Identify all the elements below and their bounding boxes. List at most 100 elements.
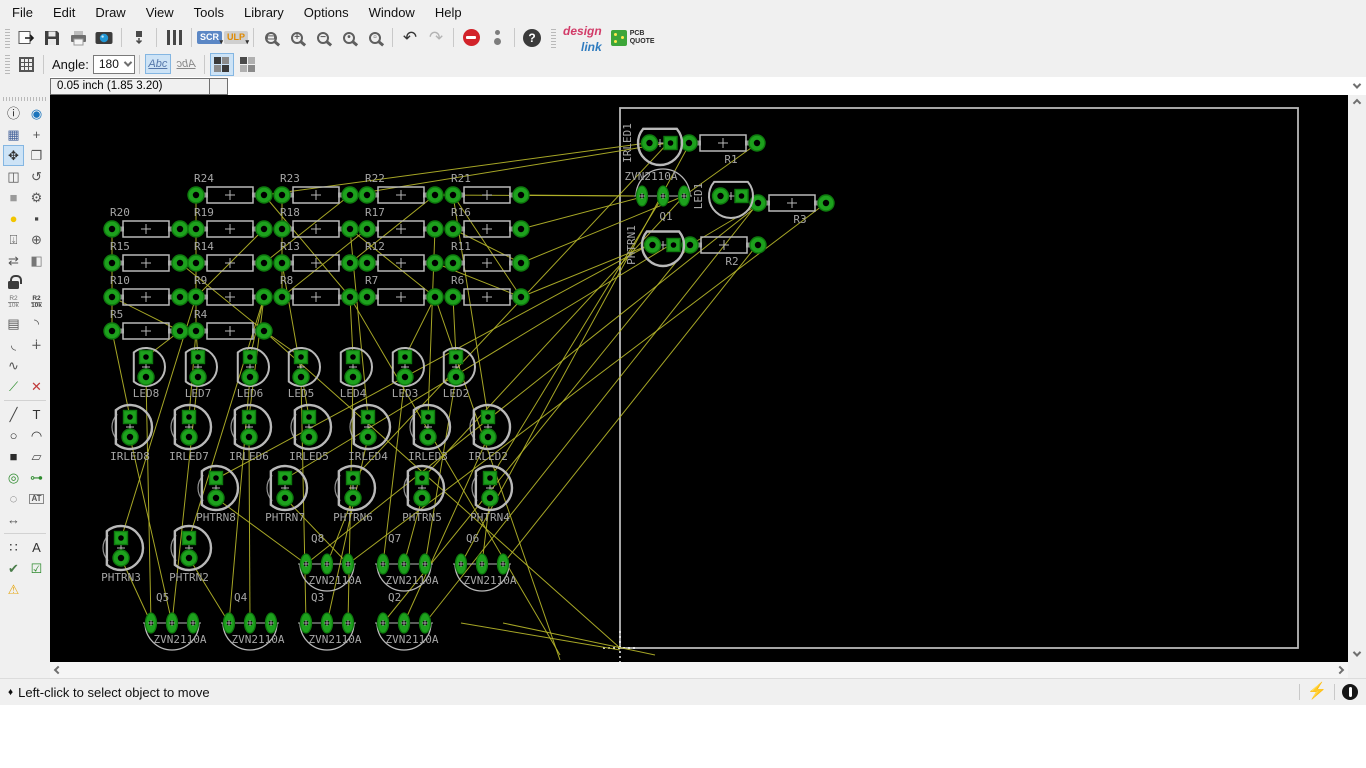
vertical-scrollbar[interactable] [1348, 95, 1366, 662]
part-irled3[interactable]: IRLED3 [408, 405, 450, 463]
tool-lock-button[interactable] [3, 271, 24, 292]
command-history-dropdown[interactable] [1348, 83, 1366, 89]
zoom-redraw-button[interactable]: ▫ [363, 26, 387, 49]
part-r15[interactable]: R15 [104, 240, 188, 271]
tool-text-button[interactable]: T [26, 404, 47, 425]
redo-button[interactable]: ↷ [424, 26, 448, 49]
tool-add-part-button[interactable]: ⊕ [26, 229, 47, 250]
angle-dropdown[interactable]: 180 [93, 55, 135, 74]
scroll-up-arrow-icon[interactable] [1353, 99, 1361, 107]
tool-rotate-button[interactable]: ↺ [26, 166, 47, 187]
part-r10[interactable]: R10 [104, 274, 188, 305]
tool-ratsnest-button[interactable]: ∷ [3, 537, 24, 558]
part-phtrn1[interactable]: PHTRN1 [625, 225, 684, 266]
toolbar-drag-handle[interactable] [551, 28, 556, 48]
save-button[interactable] [40, 26, 64, 49]
pcb-quote-button[interactable]: PCBQUOTE [611, 30, 655, 46]
tool-copy-button[interactable]: ❐ [26, 145, 47, 166]
part-q2[interactable]: Q2ZVN2110A [375, 591, 439, 650]
run-script-button[interactable]: SCR▾ [197, 26, 222, 49]
part-r24[interactable]: R24 [188, 172, 272, 203]
zoom-select-button[interactable]: • [337, 26, 361, 49]
tool-circle-button[interactable]: ○ [3, 425, 24, 446]
tool-rect-button[interactable]: ■ [3, 446, 24, 467]
tool-miter-button[interactable]: ◝ [26, 313, 47, 334]
tool-smash-button[interactable]: ▤ [3, 313, 24, 334]
tool-route-button[interactable]: ⟋ [3, 376, 24, 397]
menu-item-file[interactable]: File [4, 2, 45, 23]
part-phtrn4[interactable]: PHTRN4 [470, 466, 512, 524]
tool-errors-button[interactable]: ⚠ [3, 579, 24, 600]
part-r14[interactable]: R14 [188, 240, 272, 271]
part-r19[interactable]: R19 [188, 206, 272, 237]
palette-drag-handle[interactable] [3, 97, 47, 101]
tool-erc-check-button[interactable]: ✔ [3, 558, 24, 579]
tool-via-button[interactable]: ◎ [3, 467, 24, 488]
part-r7[interactable]: R7 [359, 274, 443, 305]
menu-item-help[interactable]: Help [427, 2, 474, 23]
command-input[interactable] [228, 78, 1348, 95]
scroll-left-arrow-icon[interactable] [54, 666, 62, 674]
part-r21[interactable]: R21 [445, 172, 529, 203]
part-led3[interactable]: LED3 [392, 348, 424, 400]
part-r5[interactable]: R5 [104, 308, 188, 339]
tool-arc-button[interactable]: ◠ [26, 425, 47, 446]
part-irled6[interactable]: IRLED6 [229, 405, 271, 463]
part-irled4[interactable]: IRLED4 [348, 405, 390, 463]
help-button[interactable]: ? [520, 26, 544, 49]
print-button[interactable] [66, 26, 90, 49]
tool-optimize-button[interactable]: ∔ [26, 334, 47, 355]
part-q3[interactable]: Q3ZVN2110A [298, 591, 362, 650]
menu-item-options[interactable]: Options [296, 2, 361, 23]
part-led7[interactable]: LED7 [185, 348, 217, 400]
export-image-button[interactable] [92, 26, 116, 49]
tool-show-eye-button[interactable]: ◉ [26, 103, 47, 124]
tool-cut-button[interactable]: ● [3, 208, 24, 229]
menu-item-view[interactable]: View [138, 2, 186, 23]
tool-hole-button[interactable]: ◌ [3, 488, 24, 509]
part-irled5[interactable]: IRLED5 [289, 405, 331, 463]
horizontal-scrollbar[interactable] [50, 662, 1348, 678]
undo-button[interactable]: ↶ [398, 26, 422, 49]
part-r17[interactable]: R17 [359, 206, 443, 237]
part-q8[interactable]: Q8ZVN2110A [298, 532, 362, 591]
tool-dimension-button[interactable]: ↔ [3, 509, 24, 530]
part-phtrn3[interactable]: PHTRN3 [101, 526, 143, 584]
part-led6[interactable]: LED6 [237, 348, 269, 400]
scroll-right-arrow-icon[interactable] [1336, 666, 1344, 674]
drc-lightning-icon[interactable]: ⚡ [1307, 684, 1327, 700]
cam-processor-button[interactable] [127, 26, 151, 49]
tool-group-button[interactable]: ■ [3, 187, 24, 208]
menu-item-edit[interactable]: Edit [45, 2, 87, 23]
layer-view-bottom-button[interactable] [236, 53, 260, 76]
scroll-down-arrow-icon[interactable] [1353, 648, 1361, 656]
text-mirror-button[interactable]: Abc [173, 54, 199, 74]
text-normal-button[interactable]: Abc [145, 54, 171, 74]
tool-move-button[interactable]: ✥ [3, 145, 24, 166]
tool-drc-check-button[interactable]: ☑ [26, 558, 47, 579]
part-phtrn6[interactable]: PHTRN6 [333, 466, 375, 524]
tool-info-button[interactable]: ⓘ [3, 103, 24, 124]
status-indicator-icon[interactable] [1342, 684, 1358, 700]
stop-button[interactable] [459, 26, 483, 49]
part-phtrn7[interactable]: PHTRN7 [265, 466, 307, 524]
part-r2[interactable]: R2 [682, 237, 766, 268]
part-phtrn2[interactable]: PHTRN2 [169, 526, 211, 584]
part-phtrn5[interactable]: PHTRN5 [402, 466, 444, 524]
menu-item-tools[interactable]: Tools [186, 2, 236, 23]
tool-mirror-button[interactable]: ◫ [3, 166, 24, 187]
design-link-button[interactable]: designlink [563, 26, 602, 49]
tool-pinswap-button[interactable]: ⇄ [3, 250, 24, 271]
open-board-button[interactable] [14, 26, 38, 49]
tool-display-layers-button[interactable]: ▦ [3, 124, 24, 145]
part-r12[interactable]: R12 [359, 240, 443, 271]
toolbar-drag-handle[interactable] [5, 28, 10, 48]
part-irled8[interactable]: IRLED8 [110, 405, 152, 463]
part-q1[interactable]: ZVN2110AQ1 [625, 169, 692, 223]
tool-autoroute-button[interactable]: A [26, 537, 47, 558]
part-led2[interactable]: LED2 [443, 348, 475, 400]
menu-item-draw[interactable]: Draw [87, 2, 137, 23]
part-r20[interactable]: R20 [104, 206, 188, 237]
tool-paste-button[interactable]: ▪ [26, 208, 47, 229]
part-led4[interactable]: LED4 [340, 348, 372, 400]
